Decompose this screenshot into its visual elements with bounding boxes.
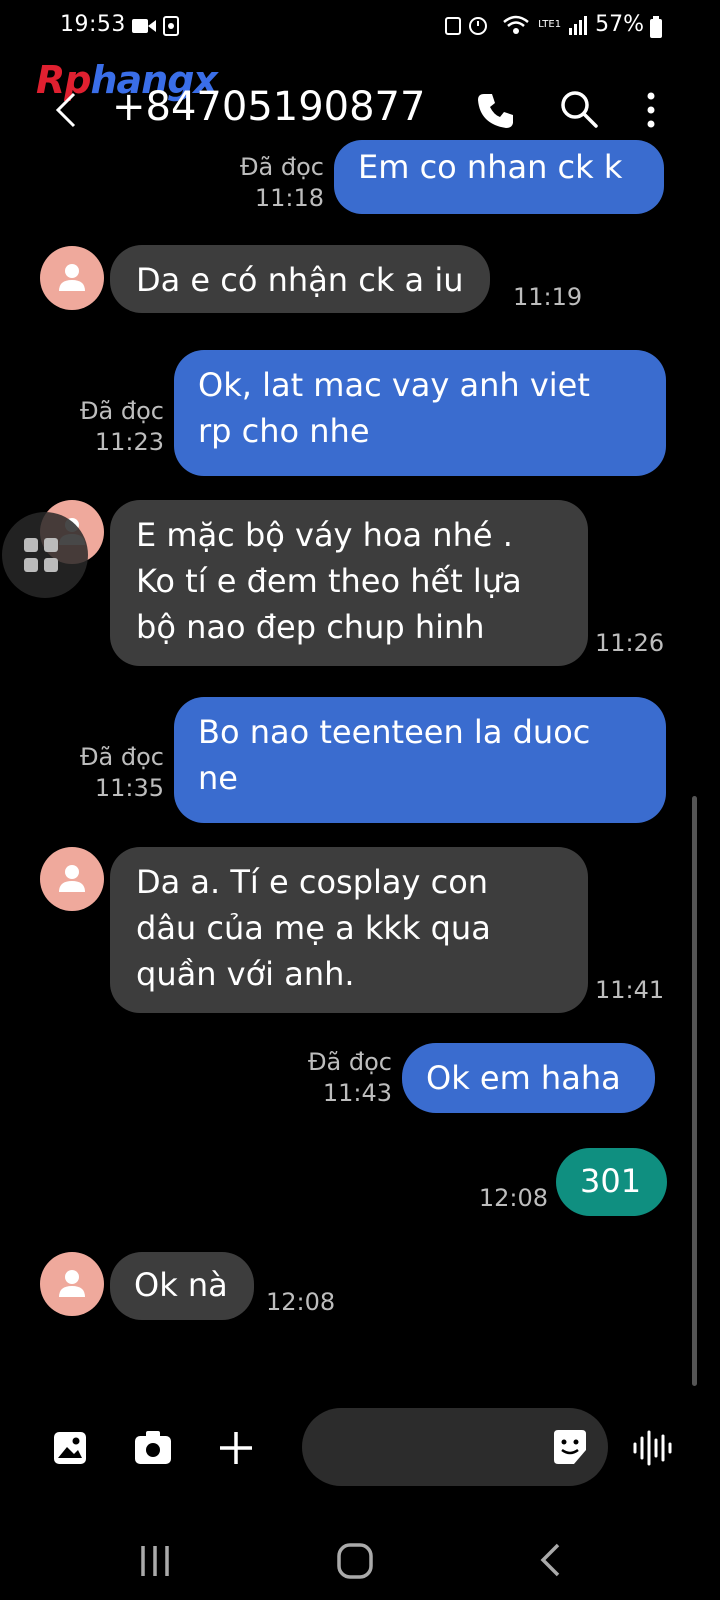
- avatar[interactable]: [40, 847, 104, 911]
- apps-grid-icon: [24, 538, 58, 572]
- message-status: Đã đọc 11:43: [268, 1047, 392, 1109]
- more-icon[interactable]: [644, 90, 658, 130]
- camera-icon[interactable]: [134, 1430, 172, 1466]
- message-time: 11:19: [513, 283, 583, 311]
- nav-back-icon[interactable]: [538, 1542, 562, 1578]
- sticker-icon[interactable]: [552, 1428, 588, 1466]
- status-time: 19:53: [60, 12, 126, 37]
- voice-icon[interactable]: [632, 1430, 672, 1466]
- network-label: LTE1: [538, 19, 562, 30]
- message-status: Đã đọc 11:35: [40, 742, 164, 804]
- person-icon: [59, 1270, 85, 1297]
- battery-icon: [650, 16, 662, 38]
- status-bar: 19:53 LTE1 57%: [0, 0, 720, 56]
- message-bubble-received[interactable]: E mặc bộ váy hoa nhé . Ko tí e đem theo …: [110, 500, 588, 666]
- back-icon[interactable]: [50, 88, 80, 132]
- message-composer: [0, 1400, 720, 1500]
- avatar[interactable]: [40, 1252, 104, 1316]
- status-notification-icons: [132, 16, 180, 40]
- person-icon: [59, 865, 85, 892]
- battery-percent: 57%: [595, 12, 644, 37]
- read-status: Đã đọc: [79, 397, 164, 425]
- avatar[interactable]: [40, 246, 104, 310]
- message-time: 11:43: [322, 1079, 392, 1107]
- plus-icon[interactable]: [218, 1430, 254, 1466]
- signal-icon: [569, 15, 588, 35]
- message-bubble-sent[interactable]: Em co nhan ck k: [334, 140, 664, 214]
- home-icon[interactable]: [336, 1542, 374, 1580]
- message-time: 11:41: [595, 976, 665, 1004]
- contact-title[interactable]: +84705190877: [112, 84, 425, 130]
- search-icon[interactable]: [558, 88, 600, 130]
- scrollbar[interactable]: [692, 796, 697, 1386]
- message-bubble-sent[interactable]: Ok, lat mac vay anh viet rp cho nhe: [174, 350, 666, 476]
- message-time: 12:08: [266, 1288, 336, 1316]
- message-input[interactable]: [302, 1408, 608, 1486]
- message-time: 11:26: [595, 629, 665, 657]
- message-bubble-sent[interactable]: Bo nao teenteen la duoc ne: [174, 697, 666, 823]
- status-right-group: LTE1 57%: [444, 12, 644, 37]
- message-time: 12:08: [478, 1184, 548, 1212]
- read-status: Đã đọc: [307, 1048, 392, 1076]
- message-bubble-sent[interactable]: Ok em haha: [402, 1043, 655, 1113]
- call-icon[interactable]: [476, 90, 516, 130]
- message-time: 11:18: [254, 184, 324, 212]
- person-icon: [59, 264, 85, 291]
- wifi-icon: [503, 15, 529, 34]
- conversation-header: +84705190877: [0, 70, 720, 150]
- read-status: Đã đọc: [239, 153, 324, 181]
- recent-apps-icon[interactable]: [138, 1544, 172, 1578]
- gallery-icon[interactable]: [52, 1430, 88, 1466]
- message-bubble-received[interactable]: Da a. Tí e cosplay con dâu của mẹ a kkk …: [110, 847, 588, 1013]
- message-time: 11:23: [94, 428, 164, 456]
- floating-menu-button[interactable]: [2, 512, 88, 598]
- alarm-icon: [445, 16, 488, 35]
- message-bubble-received[interactable]: Ok nà: [110, 1252, 254, 1320]
- message-bubble-sent[interactable]: 301: [556, 1148, 668, 1216]
- message-status: Đã đọc 11:23: [40, 396, 164, 458]
- message-status: Đã đọc 11:18: [200, 152, 324, 214]
- message-time: 11:35: [94, 774, 164, 802]
- system-navigation-bar: [0, 1520, 720, 1600]
- read-status: Đã đọc: [79, 743, 164, 771]
- message-bubble-received[interactable]: Da e có nhận ck a iu: [110, 245, 490, 313]
